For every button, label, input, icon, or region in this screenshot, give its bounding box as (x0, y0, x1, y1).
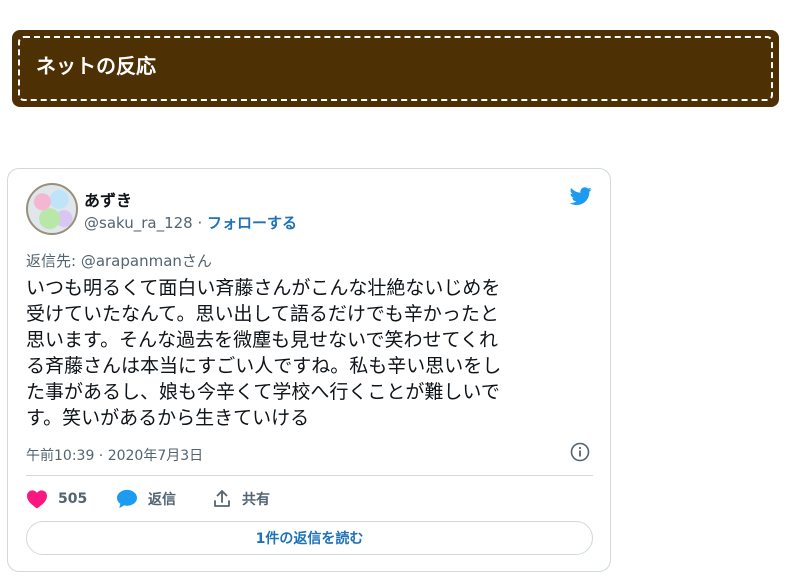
twitter-bird-icon[interactable] (568, 185, 594, 207)
info-icon[interactable] (570, 442, 590, 462)
embedded-tweet: あずき @saku_ra_128 · フォローする 返信先: @arapanma… (7, 168, 611, 572)
tweet-body-line: 受けていたなんて。思い出して語るだけでも辛かったと (26, 303, 499, 325)
follow-link[interactable]: フォローする (207, 214, 297, 232)
tweet-body-line: る斉藤さんは本当にすごい人ですね。私も辛い思いをし (26, 355, 502, 377)
tweet-body-line: す。笑いがあるから生きていける (26, 407, 310, 429)
read-replies-button[interactable]: 1件の返信を読む (26, 521, 593, 555)
avatar[interactable] (26, 183, 78, 235)
tweet-body-line: いつも明るくて面白い斉藤さんがこんな壮絶ないじめを (26, 277, 501, 299)
heart-icon (27, 490, 47, 509)
author-handle[interactable]: @saku_ra_128 (84, 214, 193, 232)
handle-row: @saku_ra_128 · フォローする (84, 212, 297, 233)
tweet-body-line: 思います。そんな過去を微塵も見せないで笑わせてくれ (26, 329, 498, 351)
divider (26, 475, 593, 476)
tweet-body-line: た事があるし、娘も今辛くて学校へ行くことが難しいで (26, 381, 500, 403)
author-name[interactable]: あずき (84, 187, 132, 211)
like-button[interactable]: 505 (26, 486, 87, 512)
tweet-timestamp[interactable]: 午前10:39 · 2020年7月3日 (26, 445, 203, 465)
share-label: 共有 (242, 492, 270, 508)
like-count: 505 (58, 491, 88, 507)
share-icon (214, 490, 230, 507)
share-button[interactable]: 共有 (212, 486, 270, 512)
reply-to-label: 返信先: @arapanmanさん (26, 252, 212, 270)
tweet-body: いつも明るくて面白い斉藤さんがこんな壮絶ないじめを 受けていたなんて。思い出して… (26, 275, 586, 431)
reply-button[interactable]: 返信 (116, 486, 176, 512)
reply-label: 返信 (148, 492, 176, 508)
banner-title: ネットの反応 (36, 54, 156, 78)
speech-bubble-icon (117, 489, 137, 509)
handle-separator: · (192, 214, 208, 232)
